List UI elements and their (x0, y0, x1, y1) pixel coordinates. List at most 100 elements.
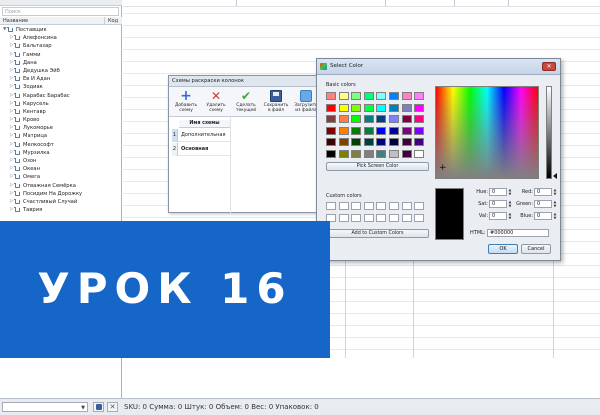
tree-item[interactable]: ▷ Карабас Барабас (0, 92, 122, 100)
html-color-input[interactable]: #000000 (487, 229, 549, 237)
color-swatch[interactable] (351, 138, 362, 146)
expand-arrow-icon[interactable]: ▷ (10, 173, 13, 181)
color-swatch[interactable] (401, 103, 412, 112)
green-spinbox[interactable]: 0 (534, 200, 552, 208)
column-header-name[interactable]: Название (3, 18, 28, 24)
custom-color-swatch[interactable] (363, 202, 374, 210)
color-swatch[interactable] (351, 115, 362, 123)
custom-color-swatch[interactable] (414, 202, 425, 210)
tree-item[interactable]: ▷ Лукоморье (0, 124, 122, 132)
color-swatch[interactable] (363, 138, 374, 146)
color-swatch[interactable] (363, 103, 374, 112)
color-swatch[interactable] (414, 149, 425, 158)
tree-item[interactable]: ▷ Зодиак (0, 83, 122, 91)
tree-item[interactable]: ▷ Посидим На Дорожку (0, 190, 122, 198)
custom-color-swatch[interactable] (401, 213, 412, 222)
custom-color-swatch[interactable] (338, 202, 349, 210)
status-save-button[interactable] (93, 402, 104, 412)
status-close-button[interactable]: ✕ (107, 402, 118, 412)
slider-arrow-icon[interactable] (553, 173, 557, 179)
table-row[interactable]: 2 Основная (172, 143, 230, 156)
collapse-arrow-icon[interactable]: ▼ (3, 26, 6, 34)
tree-item[interactable]: ▷ Отважная Семёрка (0, 182, 122, 190)
red-spinbox[interactable]: 0 (534, 188, 552, 196)
custom-color-swatch[interactable] (414, 213, 425, 222)
color-swatch[interactable] (401, 115, 412, 123)
scheme-name-column-header[interactable]: Имя схемы (179, 120, 230, 128)
tree-item[interactable]: ▷ Матрица (0, 132, 122, 140)
hue-spinbox[interactable]: 0 (489, 188, 507, 196)
color-swatch[interactable] (338, 92, 349, 100)
color-swatch[interactable] (363, 126, 374, 135)
color-swatch[interactable] (389, 149, 399, 158)
close-button[interactable]: ✕ (542, 62, 556, 71)
color-swatch[interactable] (401, 138, 412, 146)
color-swatch[interactable] (414, 126, 425, 135)
color-swatch[interactable] (351, 92, 362, 100)
delete-scheme-button[interactable]: ✕ Удалить схему (201, 89, 231, 116)
color-swatch[interactable] (376, 115, 387, 123)
color-swatch[interactable] (326, 92, 336, 100)
color-swatch[interactable] (401, 149, 412, 158)
custom-color-swatch[interactable] (338, 213, 349, 222)
expand-arrow-icon[interactable]: ▷ (10, 42, 13, 50)
tree-item[interactable]: ▷ Омега (0, 173, 122, 181)
expand-arrow-icon[interactable]: ▷ (10, 141, 13, 149)
color-swatch[interactable] (414, 103, 425, 112)
color-swatch[interactable] (338, 138, 349, 146)
color-swatch[interactable] (363, 115, 374, 123)
custom-color-swatch[interactable] (351, 213, 362, 222)
color-spectrum[interactable]: + (435, 86, 539, 179)
color-swatch[interactable] (351, 126, 362, 135)
color-swatch[interactable] (351, 149, 362, 158)
color-swatch[interactable] (401, 92, 412, 100)
color-swatch[interactable] (414, 115, 425, 123)
color-swatch[interactable] (389, 126, 399, 135)
color-swatch[interactable] (414, 92, 425, 100)
color-swatch[interactable] (376, 149, 387, 158)
color-swatch[interactable] (401, 126, 412, 135)
color-swatch[interactable] (326, 149, 336, 158)
val-spinbox[interactable]: 0 (489, 212, 507, 220)
expand-arrow-icon[interactable]: ▷ (10, 165, 13, 173)
custom-color-swatch[interactable] (389, 202, 399, 210)
color-swatch[interactable] (376, 103, 387, 112)
expand-arrow-icon[interactable]: ▷ (10, 157, 13, 165)
color-swatch[interactable] (338, 115, 349, 123)
tree-item[interactable]: ▷ Гамми (0, 51, 122, 59)
color-swatch[interactable] (326, 138, 336, 146)
status-dropdown[interactable]: ▼ (2, 402, 88, 412)
spin-arrows-icon[interactable]: ▲ ▼ (553, 200, 557, 208)
tree-item[interactable]: ▷ Мелкософт (0, 141, 122, 149)
blue-spinbox[interactable]: 0 (534, 212, 552, 220)
add-to-custom-colors-button[interactable]: Add to Custom Colors (326, 229, 429, 238)
expand-arrow-icon[interactable]: ▷ (10, 67, 13, 75)
cancel-button[interactable]: Cancel (521, 244, 551, 254)
sat-spinbox[interactable]: 0 (489, 200, 507, 208)
custom-color-swatch[interactable] (351, 202, 362, 210)
tree-item[interactable]: ▷ Дана (0, 59, 122, 67)
color-swatch[interactable] (376, 92, 387, 100)
expand-arrow-icon[interactable]: ▷ (10, 34, 13, 42)
color-swatch[interactable] (376, 126, 387, 135)
color-swatch[interactable] (389, 103, 399, 112)
tree-item[interactable]: ▷ Бальтазар (0, 42, 122, 50)
expand-arrow-icon[interactable]: ▷ (10, 92, 13, 100)
color-swatch[interactable] (326, 103, 336, 112)
custom-color-swatch[interactable] (401, 202, 412, 210)
custom-color-swatch[interactable] (376, 202, 387, 210)
column-header-code[interactable]: Код (104, 17, 118, 25)
color-swatch[interactable] (338, 149, 349, 158)
luminance-slider[interactable] (546, 86, 552, 179)
color-swatch[interactable] (326, 115, 336, 123)
color-swatch[interactable] (389, 115, 399, 123)
color-swatch[interactable] (389, 138, 399, 146)
search-input[interactable]: Поиск (2, 7, 119, 16)
expand-arrow-icon[interactable]: ▷ (10, 59, 13, 67)
expand-arrow-icon[interactable]: ▷ (10, 116, 13, 124)
custom-color-swatch[interactable] (326, 202, 336, 210)
tree-item[interactable]: ▷ Таврия (0, 206, 122, 214)
expand-arrow-icon[interactable]: ▷ (10, 108, 13, 116)
table-row[interactable]: 1 Дополнительная (172, 129, 230, 142)
expand-arrow-icon[interactable]: ▷ (10, 100, 13, 108)
